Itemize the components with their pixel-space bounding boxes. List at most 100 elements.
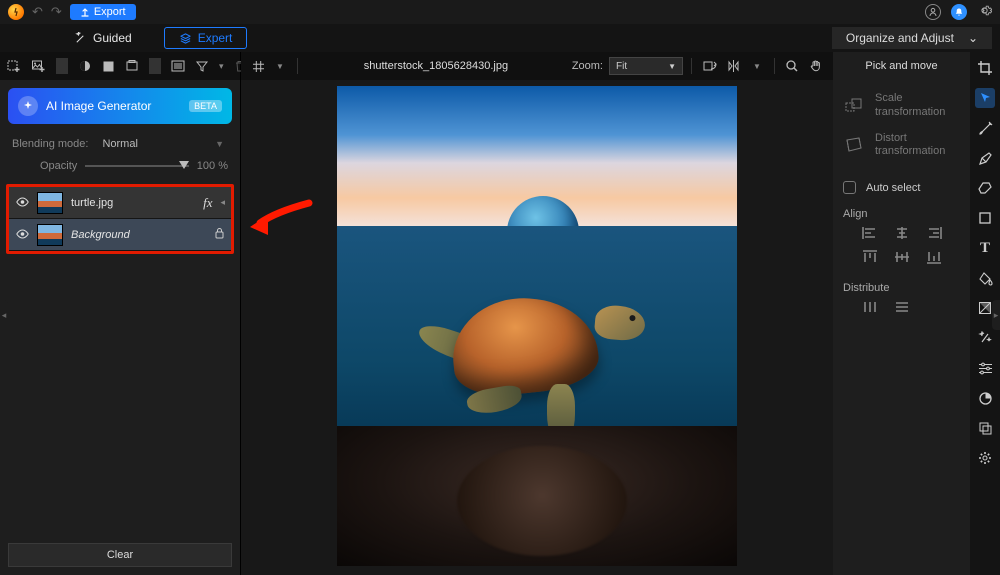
shape-tool-icon[interactable]	[975, 208, 995, 228]
settings-tool-icon[interactable]	[975, 448, 995, 468]
mask-icon[interactable]	[78, 58, 92, 74]
visibility-toggle-icon[interactable]	[15, 196, 29, 210]
chevron-down-icon: ⌄	[968, 31, 978, 45]
clear-button[interactable]: Clear	[8, 543, 232, 567]
canvas-area: ▼ shutterstock_1805628430.jpg Zoom: Fit …	[241, 52, 833, 575]
layers-panel: ▾ AI Image Generator BETA Blending mode:…	[0, 52, 241, 575]
lock-icon[interactable]	[214, 227, 225, 242]
undo-button[interactable]: ↶	[32, 4, 43, 20]
sliders-tool-icon[interactable]	[975, 358, 995, 378]
ai-sparkle-icon	[18, 96, 38, 116]
mode-guided[interactable]: Guided	[60, 28, 146, 48]
opacity-slider[interactable]	[85, 165, 189, 167]
align-center-h-icon[interactable]	[893, 226, 911, 240]
group-icon[interactable]	[125, 58, 139, 74]
layer-thumbnail	[37, 192, 63, 214]
pen-tool-icon[interactable]	[975, 148, 995, 168]
layers-highlight-box: turtle.jpg fx ◂ Background	[6, 184, 234, 254]
align-top-icon[interactable]	[861, 250, 879, 264]
layer-name: turtle.jpg	[71, 197, 195, 209]
align-bottom-icon[interactable]	[925, 250, 943, 264]
grid-icon[interactable]	[249, 57, 267, 75]
scale-transformation-button[interactable]: Scale transformation	[843, 86, 960, 126]
add-image-layer-icon[interactable]	[31, 58, 46, 74]
layer-thumbnail	[37, 224, 63, 246]
distribute-h-icon[interactable]	[861, 300, 879, 314]
flip-chevron-icon[interactable]: ▼	[748, 57, 766, 75]
filter-chevron-icon[interactable]: ▾	[219, 58, 224, 74]
redo-button[interactable]: ↷	[51, 4, 62, 20]
visibility-toggle-icon[interactable]	[15, 228, 29, 242]
distort-label: Distort transformation	[875, 132, 945, 160]
distort-icon	[843, 134, 865, 156]
effects-tool-icon[interactable]	[975, 328, 995, 348]
canvas-hands-region	[337, 426, 737, 566]
zoom-label: Zoom:	[572, 60, 603, 72]
blending-mode-value: Normal	[102, 138, 137, 150]
grid-chevron-icon[interactable]: ▼	[271, 57, 289, 75]
wand-icon	[74, 32, 87, 45]
eraser-tool-icon[interactable]	[975, 178, 995, 198]
opacity-label: Opacity	[40, 160, 77, 172]
pie-tool-icon[interactable]	[975, 388, 995, 408]
layer-menu-icon[interactable]	[171, 58, 185, 74]
adjustment-layer-icon[interactable]	[102, 58, 115, 74]
properties-panel: Pick and move Scale transformation Disto…	[833, 52, 1000, 575]
align-right-icon[interactable]	[925, 226, 943, 240]
distribute-heading: Distribute	[843, 282, 960, 294]
blending-mode-label: Blending mode:	[12, 138, 88, 150]
export-label: Export	[94, 6, 126, 18]
align-center-v-icon[interactable]	[893, 250, 911, 264]
layer-row[interactable]: Background	[9, 219, 231, 251]
notifications-icon[interactable]	[951, 4, 967, 20]
pan-tool-icon[interactable]	[807, 57, 825, 75]
ai-image-generator-card[interactable]: AI Image Generator BETA	[8, 88, 232, 124]
panel-title: Pick and move	[843, 60, 960, 72]
scale-label: Scale transformation	[875, 92, 945, 120]
collapse-left-handle[interactable]: ◂	[0, 300, 8, 330]
brush-tool-icon[interactable]	[975, 118, 995, 138]
settings-icon[interactable]	[977, 3, 992, 21]
upload-icon	[80, 7, 90, 17]
scale-icon	[843, 95, 865, 117]
mode-expert-label: Expert	[198, 31, 233, 45]
mode-expert[interactable]: Expert	[164, 27, 248, 49]
fx-badge[interactable]: fx	[203, 195, 212, 211]
mode-bar: Guided Expert Organize and Adjust ⌄	[0, 24, 1000, 52]
text-tool-icon[interactable]: T	[975, 238, 995, 258]
crop-tool-icon[interactable]	[975, 58, 995, 78]
align-heading: Align	[843, 208, 960, 220]
organize-label: Organize and Adjust	[846, 31, 954, 45]
app-logo	[8, 4, 24, 20]
chevron-down-icon: ▼	[668, 62, 676, 71]
distort-transformation-button[interactable]: Distort transformation	[843, 126, 960, 166]
organize-adjust-button[interactable]: Organize and Adjust ⌄	[832, 27, 992, 49]
align-left-icon[interactable]	[861, 226, 879, 240]
blending-mode-select[interactable]: Normal ▼	[98, 136, 228, 152]
move-tool-icon[interactable]	[975, 88, 995, 108]
overlay-tool-icon[interactable]	[975, 418, 995, 438]
filter-icon[interactable]	[195, 58, 209, 74]
auto-select-checkbox[interactable]	[843, 181, 856, 194]
zoom-select[interactable]: Fit ▼	[609, 57, 683, 75]
zoom-value: Fit	[616, 61, 627, 72]
fill-tool-icon[interactable]	[975, 268, 995, 288]
distribute-v-icon[interactable]	[893, 300, 911, 314]
beta-badge: BETA	[189, 100, 222, 112]
account-icon[interactable]	[925, 4, 941, 20]
document-filename: shutterstock_1805628430.jpg	[306, 60, 566, 72]
auto-select-label: Auto select	[866, 182, 920, 194]
clear-label: Clear	[107, 549, 133, 561]
expand-effects-icon[interactable]: ◂	[220, 197, 225, 208]
canvas[interactable]	[337, 86, 737, 566]
opacity-value: 100 %	[197, 160, 228, 172]
layer-row[interactable]: turtle.jpg fx ◂	[9, 187, 231, 219]
canvas-turtle	[397, 276, 687, 446]
add-layer-icon[interactable]	[6, 58, 21, 74]
zoom-tool-icon[interactable]	[783, 57, 801, 75]
flip-icon[interactable]	[724, 57, 742, 75]
export-button[interactable]: Export	[70, 4, 136, 20]
rotate-right-icon[interactable]	[700, 57, 718, 75]
collapse-right-handle[interactable]: ▸	[992, 300, 1000, 330]
layers-icon	[179, 32, 192, 45]
